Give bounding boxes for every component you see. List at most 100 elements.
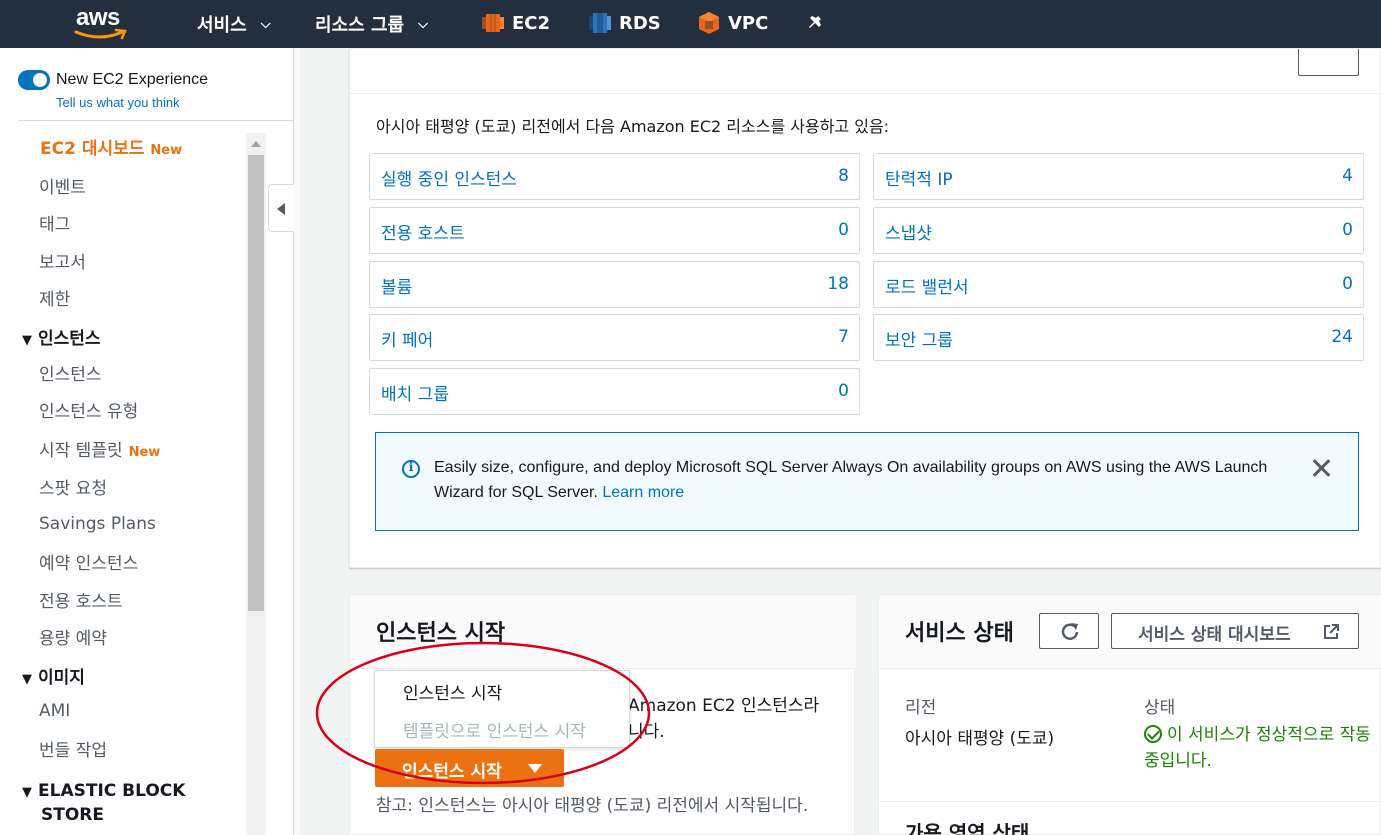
sidebar-item-ami[interactable]: AMI bbox=[39, 701, 70, 721]
new-experience-toggle[interactable] bbox=[18, 70, 50, 90]
resource-card-placement-groups[interactable]: 배치 그룹 0 bbox=[369, 368, 860, 415]
service-health-panel: 서비스 상태 서비스 상태 대시보드 리전 상태 아시아 태평양 (도쿄) 이 … bbox=[878, 594, 1381, 835]
scrollbar-thumb[interactable] bbox=[248, 155, 264, 611]
sidebar-item-events[interactable]: 이벤트 bbox=[39, 173, 86, 198]
favorite-ec2[interactable]: EC2 bbox=[482, 11, 550, 35]
new-experience-toggle-row[interactable]: New EC2 Experience bbox=[18, 70, 208, 90]
resource-groups-menu[interactable]: 리소스 그룹 ⌵ bbox=[315, 11, 428, 37]
resource-label: 볼륨 bbox=[381, 278, 413, 298]
top-navigation-bar: aws 서비스 ⌵ 리소스 그룹 ⌵ EC2 RDS VPC bbox=[0, 0, 1381, 48]
resource-count: 0 bbox=[838, 220, 849, 240]
sidebar-item-spot-requests[interactable]: 스팟 요청 bbox=[39, 474, 107, 499]
resource-card-snapshots[interactable]: 스냅샷 0 bbox=[873, 207, 1364, 254]
info-banner-text: Easily size, configure, and deploy Micro… bbox=[434, 455, 1304, 505]
caret-down-icon: ▼ bbox=[22, 785, 32, 800]
ec2-icon bbox=[482, 14, 504, 32]
sidebar-section-ebs[interactable]: ▼ ELASTIC BLOCK STORE bbox=[22, 780, 185, 826]
sidebar-item-ec2-dashboard[interactable]: EC2 대시보드 New bbox=[40, 134, 182, 159]
sidebar-item-limits[interactable]: 제한 bbox=[39, 285, 70, 310]
sidebar-section-instances[interactable]: ▼ 인스턴스 bbox=[22, 328, 101, 352]
sidebar-section-label: 인스턴스 bbox=[38, 329, 101, 349]
launch-panel-title: 인스턴스 시작 bbox=[376, 621, 506, 646]
resource-label: 실행 중인 인스턴스 bbox=[381, 170, 517, 190]
sidebar-item-label: EC2 대시보드 bbox=[40, 139, 145, 159]
resource-count: 8 bbox=[838, 166, 849, 186]
new-experience-label: New EC2 Experience bbox=[56, 71, 209, 88]
launch-description: Amazon EC2 인스턴스라 니다. bbox=[628, 693, 848, 745]
favorite-rds-label: RDS bbox=[619, 12, 661, 34]
refresh-button[interactable] bbox=[1039, 613, 1099, 649]
refresh-icon bbox=[1061, 623, 1079, 640]
new-badge: New bbox=[150, 143, 183, 158]
close-icon[interactable] bbox=[1310, 457, 1332, 479]
menu-item-launch-instance[interactable]: 인스턴스 시작 bbox=[403, 679, 502, 704]
caret-down-icon: ▼ bbox=[22, 333, 32, 348]
sidebar-section-label: 이미지 bbox=[38, 668, 85, 688]
service-health-dashboard-button[interactable]: 서비스 상태 대시보드 bbox=[1111, 613, 1359, 649]
resource-card-running-instances[interactable]: 실행 중인 인스턴스 8 bbox=[369, 153, 860, 200]
status-value-text: 이 서비스가 정상적으로 작동 중입니다. bbox=[1144, 725, 1371, 771]
sidebar-item-reports[interactable]: 보고서 bbox=[39, 248, 86, 273]
resource-label: 배치 그룹 bbox=[381, 385, 449, 405]
resources-header-divider bbox=[350, 93, 1381, 94]
pin-button[interactable] bbox=[808, 11, 826, 31]
resource-label: 키 페어 bbox=[381, 331, 434, 351]
sidebar-scrollbar[interactable] bbox=[246, 133, 266, 835]
chevron-down-icon: ⌵ bbox=[260, 16, 271, 32]
resource-card-key-pairs[interactable]: 키 페어 7 bbox=[369, 314, 860, 361]
sidebar-section-images[interactable]: ▼ 이미지 bbox=[22, 667, 85, 691]
resource-card-elastic-ips[interactable]: 탄력적 IP 4 bbox=[873, 153, 1364, 200]
external-link-icon bbox=[1324, 624, 1339, 639]
launch-description-line: 니다. bbox=[628, 722, 665, 742]
scroll-up-arrow-icon[interactable] bbox=[251, 141, 261, 147]
status-label: 상태 bbox=[1144, 698, 1176, 718]
sidebar-nav-list: EC2 대시보드 New 이벤트 태그 보고서 제한 ▼ 인스턴스 인스턴스 인스턴… bbox=[0, 121, 246, 835]
resources-header-button[interactable] bbox=[1298, 49, 1359, 76]
service-health-header: 서비스 상태 서비스 상태 대시보드 bbox=[879, 595, 1381, 669]
resource-card-dedicated-hosts[interactable]: 전용 호스트 0 bbox=[369, 207, 860, 254]
collapse-sidebar-button[interactable] bbox=[268, 184, 294, 232]
launch-instance-button-label: 인스턴스 시작 bbox=[402, 762, 502, 782]
sidebar-item-savings-plans[interactable]: Savings Plans bbox=[39, 514, 156, 534]
service-health-dashboard-label: 서비스 상태 대시보드 bbox=[1138, 625, 1291, 645]
resource-label: 보안 그룹 bbox=[885, 331, 953, 351]
learn-more-link[interactable]: Learn more bbox=[602, 484, 684, 501]
launch-note: 참고: 인스턴스는 아시아 태평양 (도쿄) 리전에서 시작됩니다. bbox=[376, 796, 809, 816]
vpc-icon bbox=[699, 12, 719, 34]
sidebar-item-launch-templates[interactable]: 시작 템플릿 New bbox=[39, 436, 160, 461]
resource-count: 4 bbox=[1342, 166, 1353, 186]
sidebar-item-tags[interactable]: 태그 bbox=[39, 210, 70, 235]
pin-icon bbox=[809, 12, 821, 28]
chevron-down-icon: ⌵ bbox=[418, 16, 428, 32]
resource-card-volumes[interactable]: 볼륨 18 bbox=[369, 261, 860, 308]
sidebar-item-bundle-tasks[interactable]: 번들 작업 bbox=[39, 736, 107, 761]
sidebar-item-instance-types[interactable]: 인스턴스 유형 bbox=[39, 397, 138, 422]
aws-logo[interactable]: aws bbox=[72, 4, 134, 42]
main-gutter bbox=[294, 48, 300, 835]
favorite-vpc[interactable]: VPC bbox=[698, 11, 768, 35]
sidebar-item-capacity-reservations[interactable]: 용량 예약 bbox=[39, 624, 107, 649]
feedback-link[interactable]: Tell us what you think bbox=[56, 95, 180, 110]
favorite-vpc-label: VPC bbox=[728, 12, 769, 34]
favorite-ec2-label: EC2 bbox=[512, 12, 551, 34]
sidebar-section-label: ELASTIC BLOCK bbox=[38, 781, 186, 801]
sidebar-item-dedicated-hosts[interactable]: 전용 호스트 bbox=[39, 587, 123, 612]
services-menu-label: 서비스 bbox=[197, 15, 247, 36]
resource-card-security-groups[interactable]: 보안 그룹 24 bbox=[873, 314, 1364, 361]
resource-card-load-balancers[interactable]: 로드 밸런서 0 bbox=[873, 261, 1364, 308]
health-divider bbox=[879, 801, 1381, 802]
sidebar-item-reserved-instances[interactable]: 예약 인스턴스 bbox=[39, 549, 138, 574]
info-banner: Easily size, configure, and deploy Micro… bbox=[375, 432, 1359, 531]
check-circle-icon bbox=[1144, 725, 1162, 743]
region-value: 아시아 태평양 (도쿄) bbox=[905, 729, 1055, 749]
favorite-rds[interactable]: RDS bbox=[589, 11, 661, 35]
sidebar-item-instances[interactable]: 인스턴스 bbox=[39, 360, 102, 385]
launch-description-line: Amazon EC2 인스턴스라 bbox=[628, 696, 820, 716]
sidebar: New EC2 Experience Tell us what you thin… bbox=[0, 48, 294, 835]
resource-count: 0 bbox=[1342, 274, 1353, 294]
launch-dropdown-menu: 인스턴스 시작 템플릿으로 인스턴스 시작 bbox=[374, 670, 630, 748]
services-menu[interactable]: 서비스 ⌵ bbox=[197, 11, 271, 37]
launch-instance-button[interactable]: 인스턴스 시작 bbox=[375, 749, 564, 787]
caret-down-icon: ▼ bbox=[22, 672, 32, 687]
caret-down-icon bbox=[528, 764, 542, 773]
